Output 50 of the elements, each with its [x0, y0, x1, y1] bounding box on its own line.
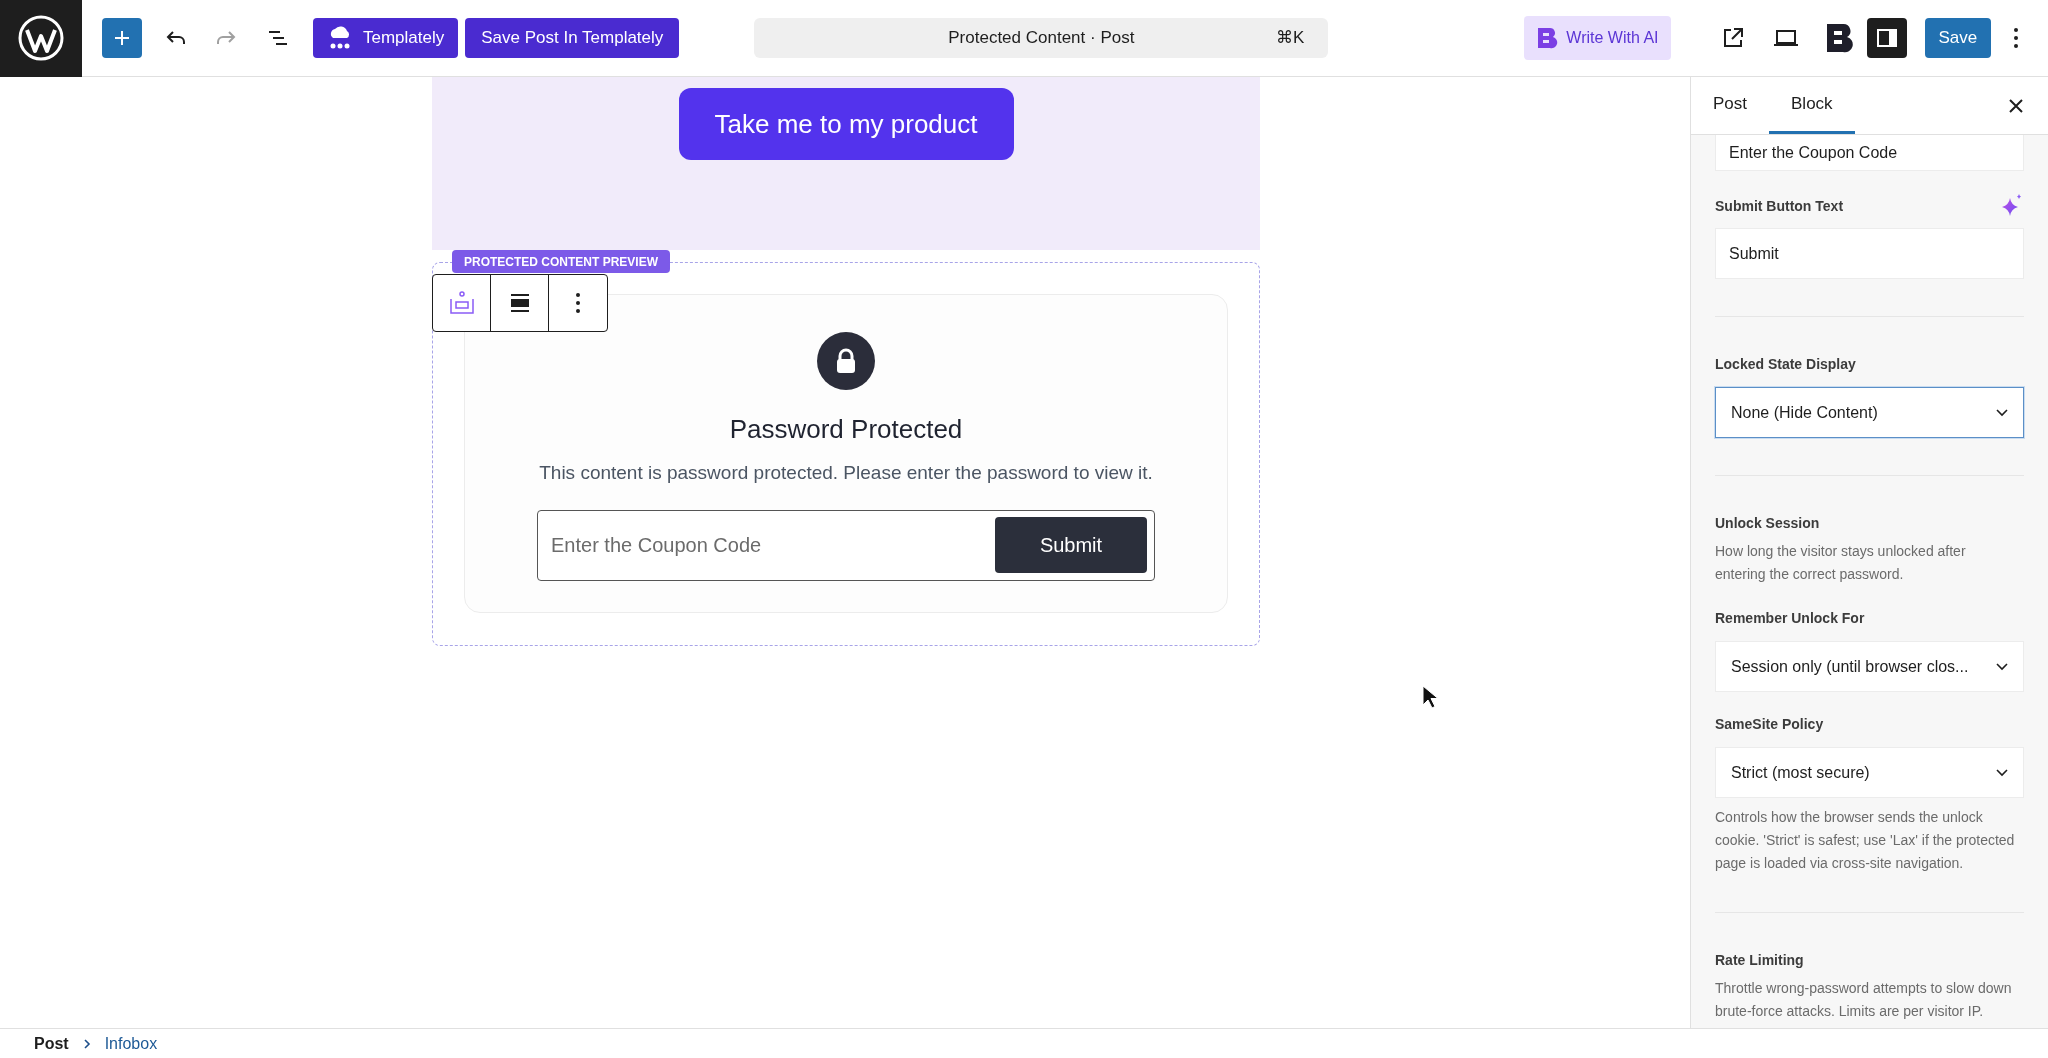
save-post-in-templately-button[interactable]: Save Post In Templately — [465, 18, 680, 58]
help-text: Throttle wrong-password attempts to slow down brute-force attacks. Limits are per visitor IP. — [1715, 979, 2013, 1021]
sidebar-icon — [1875, 27, 1898, 49]
save-button[interactable]: Save — [1924, 18, 1992, 58]
close-icon[interactable] — [2008, 98, 2024, 114]
preview-label: PROTECTED CONTENT PREVIEW — [452, 250, 670, 273]
add-block-button[interactable] — [102, 18, 142, 58]
breadcrumb-link[interactable]: Infobox — [104, 1031, 158, 1056]
sidebar-tab[interactable]: Post — [1691, 76, 1770, 134]
field-label: Remember Unlock For — [1715, 609, 1866, 628]
coupon-field[interactable]: Enter the Coupon Code Submit — [537, 509, 1155, 581]
chevron-down-icon — [1996, 768, 2008, 777]
command-bar[interactable]: Protected Content · Post ⌘K — [754, 18, 1329, 58]
help-text: How long the visitor stays unlocked after entering the correct password. — [1715, 542, 1967, 584]
chevron-down-icon — [1996, 408, 2008, 417]
write-with-ai-button[interactable]: Write With AI — [1524, 16, 1671, 60]
templately-button[interactable]: Templately — [313, 18, 459, 58]
b-logo-icon[interactable] — [1824, 22, 1853, 54]
wordpress-icon — [18, 15, 64, 61]
section-heading: Rate Limiting — [1715, 951, 1805, 970]
select-field[interactable]: Strict (most secure) — [1715, 747, 2024, 798]
more-options-icon[interactable] — [2013, 27, 2020, 49]
chevron-down-icon — [1996, 662, 2008, 671]
card-title: Password Protected — [729, 413, 963, 446]
field-label: SameSite Policy — [1715, 715, 1825, 734]
cursor-icon — [1422, 685, 1438, 709]
field-label: Submit Button Text — [1715, 196, 1844, 216]
sidebar-toggle-button[interactable] — [1866, 18, 1907, 58]
coupon-input[interactable]: Enter the Coupon Code — [545, 517, 995, 573]
lock-icon — [817, 332, 875, 390]
section-heading: Unlock Session — [1715, 514, 1821, 533]
select-field[interactable]: None (Hide Content) — [1715, 387, 2024, 438]
wordpress-logo[interactable] — [0, 0, 82, 77]
submit-button[interactable]: Submit — [995, 517, 1147, 573]
card-message: This content is password protected. Please enter the password to view it. — [539, 461, 1153, 485]
plus-icon — [113, 29, 131, 47]
field-label: Locked State Display — [1715, 355, 1857, 374]
cta-button[interactable]: Take me to my product — [678, 88, 1014, 160]
infobox-icon — [447, 289, 476, 317]
b-logo-icon — [1536, 26, 1559, 50]
text-input[interactable]: Submit — [1715, 228, 2024, 279]
document-title: Protected Content · Post — [948, 27, 1135, 50]
breadcrumb-link[interactable]: Post — [34, 1031, 69, 1056]
chevron-right-icon — [82, 1037, 91, 1050]
select-field[interactable]: Session only (until browser clos... — [1715, 641, 2024, 692]
shortcut-hint: ⌘K — [1276, 27, 1305, 50]
help-text: Controls how the browser sends the unlock cookie. 'Strict' is safest; use 'Lax' if the protected page is loaded via cross-site navigation. — [1715, 808, 2015, 873]
align-icon — [508, 292, 531, 314]
text-input[interactable]: Enter the Coupon Code — [1715, 135, 2024, 171]
more-options-icon — [575, 292, 581, 314]
